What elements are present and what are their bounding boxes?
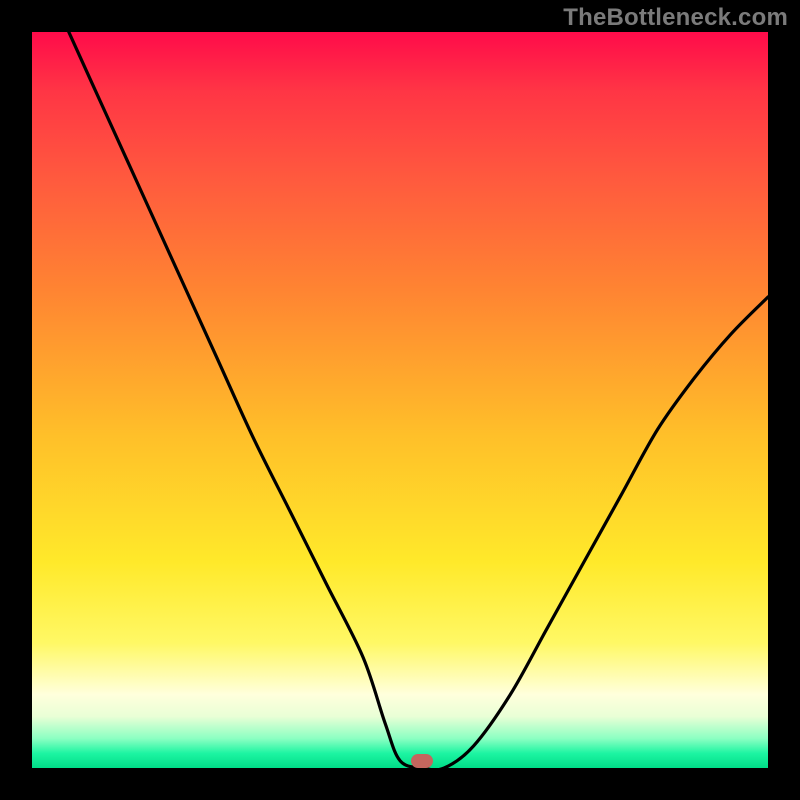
plot-area	[32, 32, 768, 768]
optimum-marker	[411, 754, 433, 768]
watermark-text: TheBottleneck.com	[563, 4, 788, 32]
chart-frame: TheBottleneck.com	[0, 0, 800, 800]
bottleneck-curve	[32, 32, 768, 768]
